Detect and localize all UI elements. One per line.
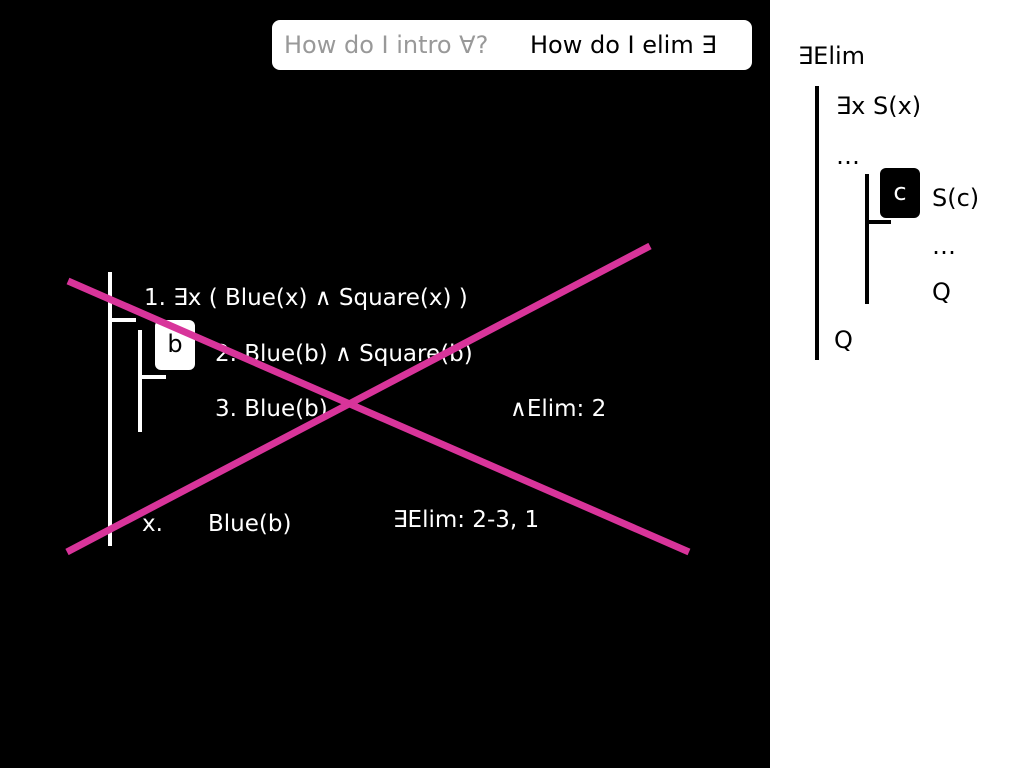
cross-stroke-up	[65, 242, 652, 556]
schema-title: ∃Elim	[798, 42, 866, 70]
schema-premise: ∃x S(x)	[836, 92, 922, 120]
cross-out-mark	[65, 242, 691, 556]
schema-outer-dots: …	[836, 142, 860, 170]
proof-canvas: How do I intro ∀? How do I elim ∃ b 1. ∃…	[0, 0, 770, 768]
schema-subproof-fitch-bar	[865, 220, 891, 224]
schema-sub-conclusion: Q	[932, 278, 951, 306]
schema-constant-box: c	[880, 168, 920, 218]
schema-inner-dots: …	[932, 232, 956, 260]
schema-subproof-bar	[865, 174, 869, 304]
schema-proof-bar	[815, 86, 819, 360]
schema-sub-assumption: S(c)	[932, 184, 980, 212]
cross-stroke-down	[66, 277, 691, 556]
schema-conclusion: Q	[834, 326, 853, 354]
exists-elim-schema-panel: ∃Elim ∃x S(x) … c S(c) … Q Q	[770, 0, 1024, 768]
